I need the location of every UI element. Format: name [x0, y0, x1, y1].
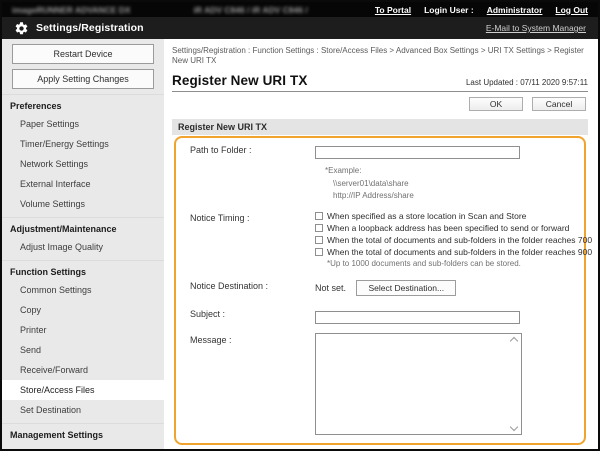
checkbox-label: When the total of documents and sub-fold… — [327, 235, 592, 245]
log-out-link[interactable]: Log Out — [555, 5, 588, 15]
example-http-path: http://IP Address/share — [333, 190, 576, 203]
checkbox-label: When the total of documents and sub-fold… — [327, 247, 592, 257]
scroll-up-icon[interactable] — [509, 337, 517, 345]
notice-timing-option-row: When specified as a store location in Sc… — [315, 211, 576, 221]
sidebar-item-common-settings[interactable]: Common Settings — [2, 280, 164, 300]
login-user-label: Login User : — [424, 5, 474, 15]
notice-timing-option-row: When the total of documents and sub-fold… — [315, 247, 576, 257]
form-section-title: Register New URI TX — [172, 119, 588, 135]
sidebar-item-timer-energy-settings[interactable]: Timer/Energy Settings — [2, 134, 164, 154]
notice-timing-label: Notice Timing : — [180, 211, 315, 223]
sidebar-header-management-settings: Management Settings — [2, 426, 164, 443]
sidebar-item-paper-settings[interactable]: Paper Settings — [2, 114, 164, 134]
ok-button[interactable]: OK — [469, 97, 523, 111]
scroll-down-icon[interactable] — [509, 423, 517, 431]
settings-sidebar: Restart Device Apply Setting Changes Pre… — [2, 39, 164, 449]
path-example-note: *Example: \\server01\data\share http://I… — [325, 165, 576, 203]
checkbox-loopback-address[interactable] — [315, 224, 323, 232]
sidebar-header-adjustment-maintenance: Adjustment/Maintenance — [2, 220, 164, 237]
sidebar-item-adjust-image-quality[interactable]: Adjust Image Quality — [2, 237, 164, 257]
remote-ui-window: imageRUNNER ADVANCE DX iR ADV C846 / iR … — [0, 0, 600, 451]
checkbox-reaches-900[interactable] — [315, 248, 323, 256]
checkbox-label: When a loopback address has been specifi… — [327, 223, 569, 233]
breadcrumb[interactable]: Settings/Registration : Function Setting… — [172, 46, 588, 67]
message-textarea[interactable] — [316, 334, 521, 434]
register-uri-tx-form: Path to Folder : *Example: \\server01\da… — [174, 136, 586, 445]
notice-timing-option-row: When a loopback address has been specifi… — [315, 223, 576, 233]
restart-device-button[interactable]: Restart Device — [12, 44, 154, 64]
example-title: *Example: — [325, 165, 576, 178]
subject-input[interactable] — [315, 311, 520, 324]
path-to-folder-input[interactable] — [315, 146, 520, 159]
checkbox-label: When specified as a store location in Sc… — [327, 211, 526, 221]
textarea-scrollbar[interactable] — [507, 336, 520, 432]
subject-label: Subject : — [180, 307, 315, 319]
sidebar-item-volume-settings[interactable]: Volume Settings — [2, 194, 164, 214]
path-to-folder-label: Path to Folder : — [180, 143, 315, 155]
sidebar-item-network-settings[interactable]: Network Settings — [2, 154, 164, 174]
gear-icon — [14, 21, 29, 36]
login-user-link[interactable]: Administrator — [487, 5, 543, 15]
sidebar-section-function: Function Settings Common Settings Copy P… — [2, 260, 164, 420]
to-portal-link[interactable]: To Portal — [375, 5, 411, 15]
cancel-button[interactable]: Cancel — [532, 97, 586, 111]
sidebar-section-preferences: Preferences Paper Settings Timer/Energy … — [2, 94, 164, 214]
sidebar-item-external-interface[interactable]: External Interface — [2, 174, 164, 194]
sidebar-section-adjustment: Adjustment/Maintenance Adjust Image Qual… — [2, 217, 164, 257]
message-textarea-frame — [315, 333, 522, 435]
storage-limit-note: *Up to 1000 documents and sub-folders ca… — [327, 259, 576, 268]
notice-timing-option-row: When the total of documents and sub-fold… — [315, 235, 576, 245]
last-updated-text: Last Updated : 07/11 2020 9:57:11 — [466, 78, 588, 88]
sidebar-item-receive-forward[interactable]: Receive/Forward — [2, 360, 164, 380]
email-system-manager-link[interactable]: E-Mail to System Manager — [486, 23, 586, 33]
page-title: Register New URI TX — [172, 73, 307, 88]
sidebar-item-user-management[interactable]: User Management — [2, 443, 164, 449]
top-status-bar: imageRUNNER ADVANCE DX iR ADV C846 / iR … — [2, 2, 598, 17]
main-content: Settings/Registration : Function Setting… — [164, 39, 598, 449]
app-bar: Settings/Registration E-Mail to System M… — [2, 17, 598, 39]
sidebar-header-function-settings: Function Settings — [2, 263, 164, 280]
app-title: Settings/Registration — [36, 22, 144, 34]
sidebar-section-management: Management Settings User Management Devi… — [2, 423, 164, 449]
device-model-redacted: imageRUNNER ADVANCE DX — [12, 5, 131, 15]
checkbox-scan-and-store[interactable] — [315, 212, 323, 220]
sidebar-item-set-destination[interactable]: Set Destination — [2, 400, 164, 420]
sidebar-item-store-access-files[interactable]: Store/Access Files — [2, 380, 164, 400]
checkbox-reaches-700[interactable] — [315, 236, 323, 244]
select-destination-button[interactable]: Select Destination... — [356, 280, 456, 296]
apply-setting-changes-button[interactable]: Apply Setting Changes — [12, 69, 154, 89]
notice-destination-label: Notice Destination : — [180, 279, 315, 291]
message-label: Message : — [180, 333, 315, 345]
sidebar-item-printer[interactable]: Printer — [2, 320, 164, 340]
example-unc-path: \\server01\data\share — [333, 178, 576, 191]
sidebar-header-preferences: Preferences — [2, 97, 164, 114]
device-name-redacted: iR ADV C846 / iR ADV C846 / — [194, 5, 308, 15]
sidebar-item-send[interactable]: Send — [2, 340, 164, 360]
sidebar-item-copy[interactable]: Copy — [2, 300, 164, 320]
notice-destination-value: Not set. — [315, 283, 346, 293]
